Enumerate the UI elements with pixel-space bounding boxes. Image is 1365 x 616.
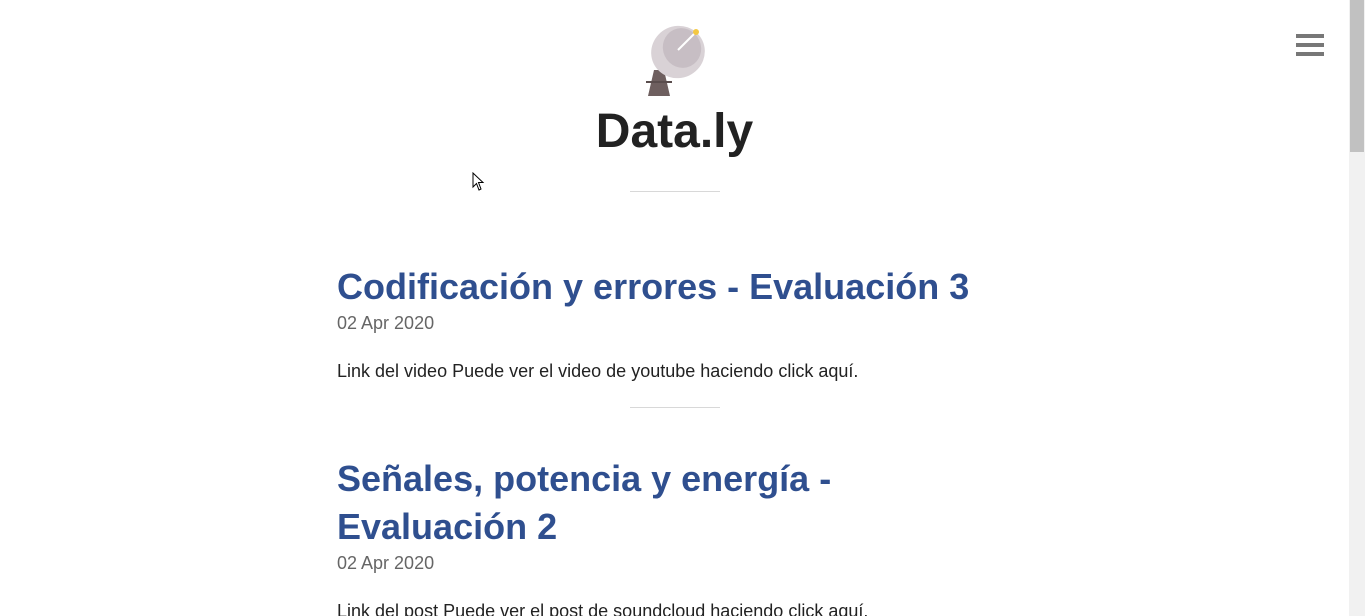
site-title[interactable]: Data.ly <box>0 102 1349 162</box>
post-date: 02 Apr 2020 <box>337 313 435 333</box>
menu-bar <box>1296 34 1324 38</box>
menu-bar <box>1296 52 1324 56</box>
satellite-dish-icon[interactable] <box>640 22 710 98</box>
scrollbar-thumb[interactable] <box>1350 0 1364 152</box>
menu-bar <box>1296 43 1324 47</box>
post-excerpt: Link del post Puede ver el post de sound… <box>337 601 869 616</box>
header-divider <box>630 191 720 192</box>
post-date: 02 Apr 2020 <box>337 553 435 573</box>
hamburger-menu-icon[interactable] <box>1296 34 1324 56</box>
post-divider <box>630 407 720 408</box>
mouse-cursor-icon <box>472 171 486 192</box>
page: Data.ly Codificación y errores - Evaluac… <box>0 0 1365 616</box>
post-title-link[interactable]: Codificación y errores - Evaluación 3 <box>337 263 997 311</box>
post-title-link[interactable]: Señales, potencia y energía - Evaluación… <box>337 455 877 551</box>
post-excerpt: Link del video Puede ver el video de you… <box>337 361 859 381</box>
